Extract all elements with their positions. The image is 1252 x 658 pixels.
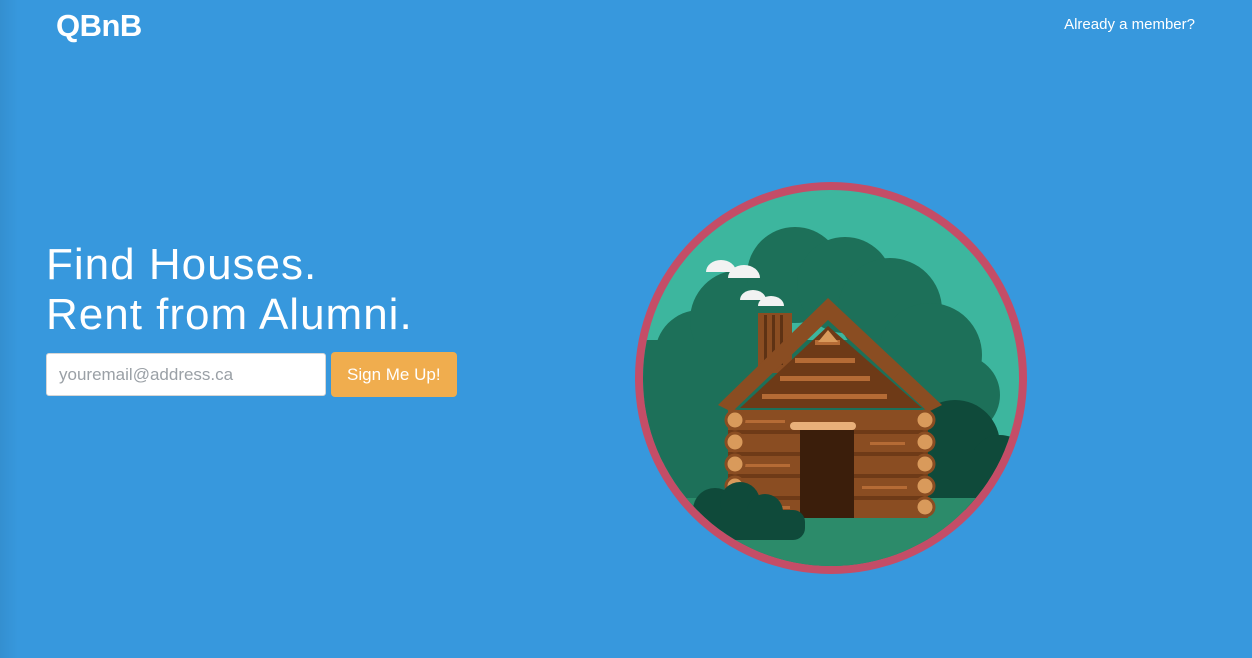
landing-page: QBnB Already a member? Find Houses. Rent… (0, 0, 1252, 658)
left-edge-shade (0, 0, 18, 658)
signup-form: Sign Me Up! (46, 352, 457, 397)
already-member-link[interactable]: Already a member? (1064, 16, 1195, 33)
headline-line-1: Find Houses. (46, 240, 318, 289)
logo-link[interactable]: QBnB (56, 8, 142, 44)
headline-line-2: Rent from Alumni. (46, 290, 413, 339)
hero-headline: Find Houses. Rent from Alumni. (46, 240, 413, 340)
email-input[interactable] (46, 353, 326, 396)
log-cabin-illustration (635, 182, 1027, 574)
sign-up-button[interactable]: Sign Me Up! (331, 352, 457, 397)
